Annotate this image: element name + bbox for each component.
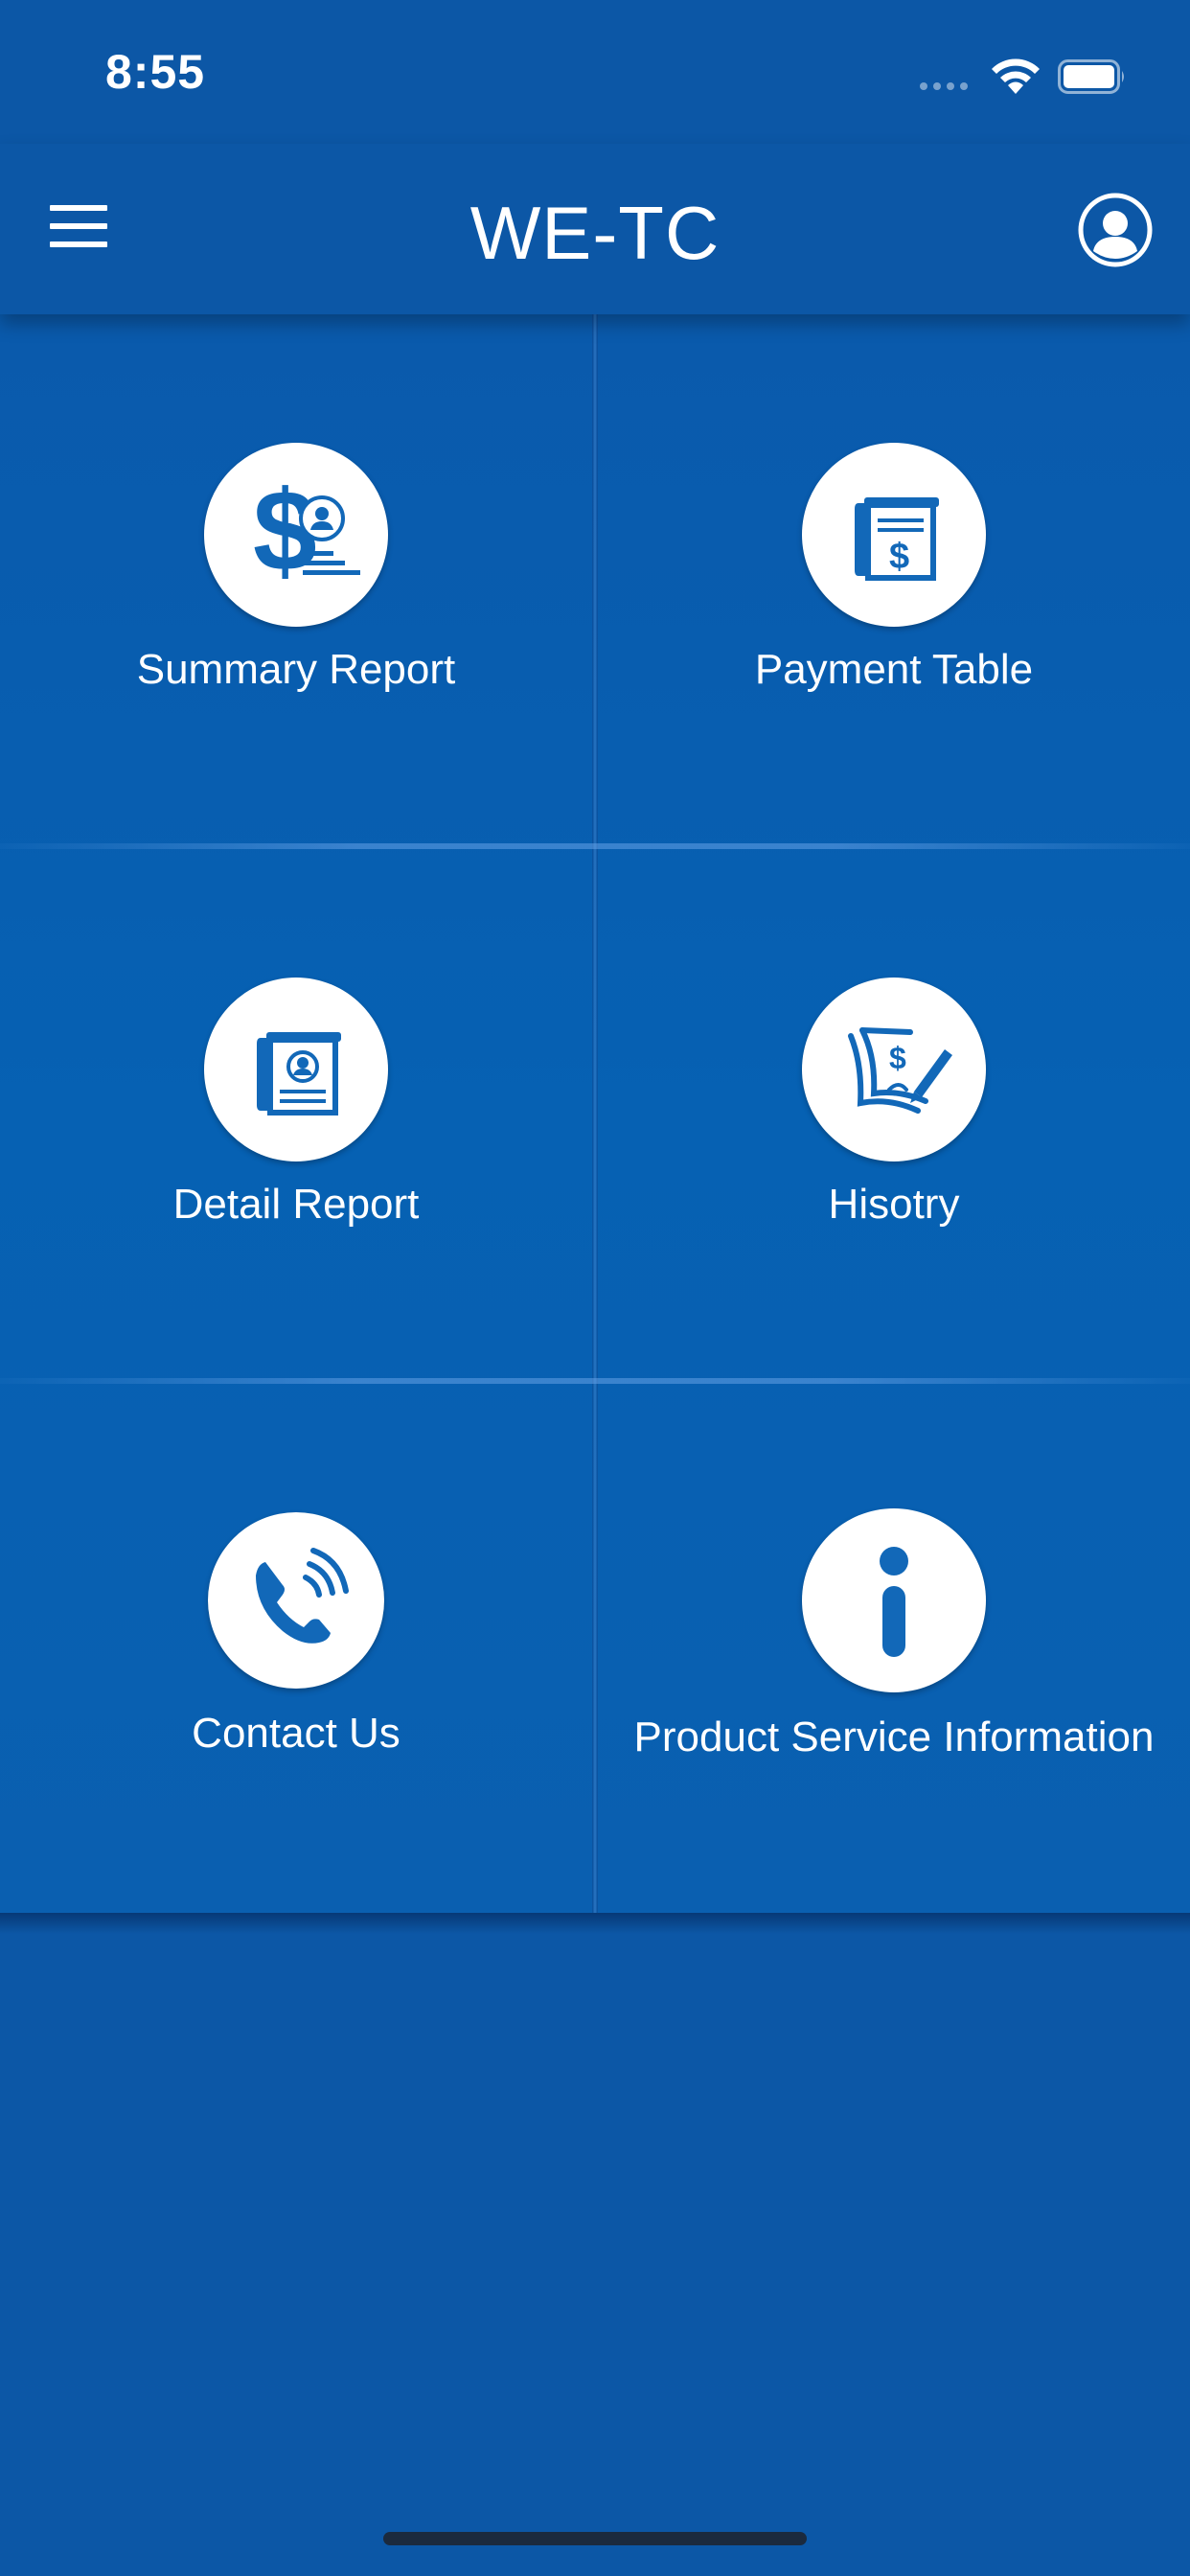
menu-item-summary-report[interactable]: $ Summary Report [0, 314, 592, 843]
menu-item-label: Hisotry [828, 1181, 960, 1228]
grid-divider-vertical [592, 314, 598, 1913]
status-time: 8:55 [105, 45, 206, 99]
menu-item-detail-report[interactable]: Detail Report [0, 849, 592, 1378]
payment-document-icon: $ [802, 443, 986, 627]
dollar-person-report-icon: $ [204, 443, 388, 627]
grid-divider-horizontal [0, 843, 1190, 849]
user-profile-icon[interactable] [1077, 192, 1154, 268]
phone-ringing-icon [208, 1512, 384, 1689]
menu-item-payment-table[interactable]: $ Payment Table [598, 314, 1190, 843]
main-menu-grid: $ Summary Report $ Payment Table Detail … [0, 314, 1190, 1913]
menu-item-label: Detail Report [172, 1181, 420, 1228]
battery-icon [1058, 59, 1124, 94]
info-icon [802, 1508, 986, 1692]
home-indicator[interactable] [383, 2532, 807, 2545]
grid-divider-horizontal [0, 1378, 1190, 1384]
signed-check-icon: $ [802, 978, 986, 1162]
menu-item-history[interactable]: $ Hisotry [598, 849, 1190, 1378]
wifi-icon [992, 58, 1040, 94]
app-title: WE-TC [469, 191, 721, 275]
app-screen: 8:55 WE-TC $ Summary Report $ Payment Ta… [0, 0, 1190, 2576]
menu-item-label: Product Service Information [633, 1714, 1155, 1760]
menu-item-contact-us[interactable]: Contact Us [0, 1384, 592, 1913]
status-bar: 8:55 [0, 0, 1190, 144]
nav-bar: WE-TC [0, 144, 1190, 314]
svg-text:$: $ [889, 1041, 906, 1075]
cellular-signal-icon [920, 82, 968, 90]
svg-text:$: $ [889, 537, 909, 577]
menu-item-label: Summary Report [136, 646, 456, 693]
menu-item-label: Payment Table [754, 646, 1034, 693]
menu-item-label: Contact Us [192, 1710, 400, 1757]
person-document-icon [204, 978, 388, 1162]
menu-item-product-service-information[interactable]: Product Service Information [598, 1384, 1190, 1913]
grid-bottom-shadow [0, 1913, 1190, 1934]
